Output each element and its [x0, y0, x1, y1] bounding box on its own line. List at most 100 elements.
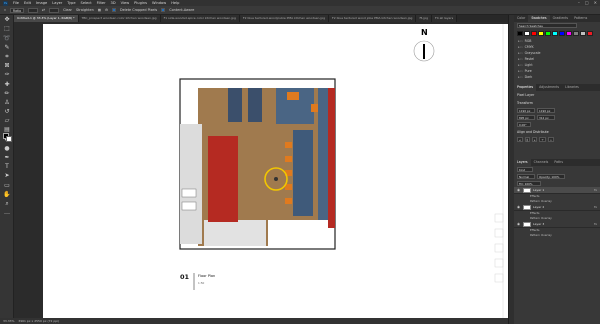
- align-right-icon[interactable]: ⫸: [531, 137, 538, 142]
- swatch[interactable]: [524, 31, 530, 36]
- delete-cropped-checkbox[interactable]: [111, 8, 116, 12]
- close-icon[interactable]: ✕: [594, 0, 597, 5]
- maximize-icon[interactable]: □: [585, 0, 589, 5]
- dodge-tool-icon[interactable]: ●: [2, 145, 12, 153]
- tab-adjustments[interactable]: Adjustments: [536, 84, 562, 91]
- history-brush-tool-icon[interactable]: ↺: [2, 108, 12, 116]
- menu-view[interactable]: View: [121, 1, 130, 5]
- menu-type[interactable]: Type: [67, 1, 75, 5]
- swatch[interactable]: [573, 31, 579, 36]
- swatch[interactable]: [566, 31, 572, 36]
- tab-swatches[interactable]: Swatches: [528, 15, 550, 22]
- menu-plugins[interactable]: Plugins: [134, 1, 147, 5]
- swatch-folder[interactable]: ▸▭ Dark: [514, 74, 600, 80]
- document-page[interactable]: N 01 Floor Plan 1:50: [43, 24, 508, 318]
- tab-document[interactable]: f5.jpg: [416, 15, 432, 22]
- fx-icon[interactable]: fx: [594, 188, 597, 192]
- eye-icon[interactable]: ◉: [517, 205, 521, 209]
- menu-filter[interactable]: Filter: [97, 1, 106, 5]
- tab-color[interactable]: Color: [514, 15, 528, 22]
- rectangle-tool-icon[interactable]: ▭: [2, 182, 12, 190]
- width-input[interactable]: 1190 px: [517, 108, 535, 113]
- ratio-select[interactable]: Ratio: [9, 7, 25, 13]
- layer-row[interactable]: ◉ Layer 2 fx: [514, 204, 600, 211]
- menu-edit[interactable]: Edit: [24, 1, 31, 5]
- swatch[interactable]: [517, 31, 523, 36]
- menu-select[interactable]: Select: [81, 1, 92, 5]
- opacity-field[interactable]: Opacity: 100%: [537, 174, 565, 179]
- eraser-tool-icon[interactable]: ▱: [2, 117, 12, 125]
- layer-row[interactable]: ◉ Layer 3 fx: [514, 221, 600, 228]
- grid-overlay-icon[interactable]: ▦: [98, 8, 101, 12]
- layer-effect[interactable]: Pattern Overlay: [514, 233, 600, 238]
- tab-document[interactable]: Untitled-1 @ 33.3% (Layer 1, RGB/8) *: [14, 15, 79, 22]
- angle-input[interactable]: 0.00°: [517, 122, 531, 127]
- hand-tool-icon[interactable]: ✋: [2, 191, 12, 199]
- swatch[interactable]: [538, 31, 544, 36]
- tab-document[interactable]: F2 blue textured wood jobe PMA kitchen w…: [329, 15, 417, 22]
- swap-icon[interactable]: ⇄: [42, 8, 45, 12]
- tab-layers[interactable]: Layers: [514, 159, 531, 166]
- eye-icon[interactable]: ◉: [517, 188, 521, 192]
- menu-layer[interactable]: Layer: [52, 1, 62, 5]
- fx-icon[interactable]: fx: [594, 205, 597, 209]
- crop-icon[interactable]: ⌗: [4, 8, 6, 12]
- move-tool-icon[interactable]: ✥: [2, 16, 12, 24]
- type-tool-icon[interactable]: T: [2, 163, 12, 171]
- align-bottom-icon[interactable]: ⊥: [547, 137, 555, 142]
- zoom-tool-icon[interactable]: ⌕: [2, 200, 12, 208]
- fill-field[interactable]: Fill: 100%: [517, 181, 541, 186]
- tab-document[interactable]: TBC_prospect woodsen color kitchen woods…: [78, 15, 161, 22]
- swatch[interactable]: [587, 31, 593, 36]
- eyedropper-tool-icon[interactable]: ✑: [2, 71, 12, 79]
- tab-libraries[interactable]: Libraries: [562, 84, 582, 91]
- tab-properties[interactable]: Properties: [514, 84, 537, 91]
- more-tools-icon[interactable]: …: [2, 209, 12, 217]
- canvas-area[interactable]: N 01 Floor Plan 1:50: [14, 22, 508, 318]
- x-input[interactable]: 895 px: [517, 115, 535, 120]
- swatch[interactable]: [559, 31, 565, 36]
- menu-file[interactable]: File: [13, 1, 19, 5]
- tab-channels[interactable]: Channels: [531, 159, 552, 166]
- straighten-button[interactable]: Straighten: [76, 8, 94, 12]
- layer-row[interactable]: ◉ Layer 1 fx: [514, 187, 600, 194]
- swatch[interactable]: [531, 31, 537, 36]
- align-center-icon[interactable]: ⫼: [524, 137, 530, 142]
- swatch[interactable]: [545, 31, 551, 36]
- quick-select-tool-icon[interactable]: ✎: [2, 44, 12, 52]
- align-top-icon[interactable]: ⊤: [539, 137, 546, 142]
- layer-filter-select[interactable]: Kind: [517, 167, 533, 172]
- y-input[interactable]: 312 px: [537, 115, 555, 120]
- swatch-search-input[interactable]: Search Swatches: [517, 23, 577, 28]
- background-color-swatch[interactable]: [6, 136, 12, 142]
- lasso-tool-icon[interactable]: ➰: [2, 35, 12, 43]
- eye-icon[interactable]: ◉: [517, 222, 521, 226]
- clear-button[interactable]: Clear: [63, 8, 72, 12]
- menu-help[interactable]: Help: [171, 1, 179, 5]
- zoom-level[interactable]: 33.33%: [3, 319, 14, 323]
- swatch[interactable]: [552, 31, 558, 36]
- blend-mode-select[interactable]: Normal: [517, 174, 535, 179]
- gear-icon[interactable]: ⚙: [105, 8, 108, 12]
- frame-tool-icon[interactable]: ⊠: [2, 62, 12, 70]
- path-select-tool-icon[interactable]: ➤: [2, 172, 12, 180]
- marquee-tool-icon[interactable]: ⬚: [2, 25, 12, 33]
- height-field[interactable]: [49, 7, 60, 13]
- menu-image[interactable]: Image: [36, 1, 47, 5]
- menu-3d[interactable]: 3D: [111, 1, 116, 5]
- minimize-icon[interactable]: –: [578, 0, 580, 5]
- swatch[interactable]: [580, 31, 586, 36]
- height-input[interactable]: 1190 px: [537, 108, 555, 113]
- width-field[interactable]: [28, 7, 39, 13]
- content-aware-checkbox[interactable]: [161, 8, 166, 12]
- tab-paths[interactable]: Paths: [551, 159, 566, 166]
- tab-document[interactable]: F2 blue textured-woodjcubie PMA kitchen …: [239, 15, 330, 22]
- tab-gradients[interactable]: Gradients: [550, 15, 572, 22]
- align-left-icon[interactable]: ⫷: [517, 137, 523, 142]
- crop-tool-icon[interactable]: ⌗: [2, 53, 12, 61]
- tab-document[interactable]: F4 all layers: [432, 15, 458, 22]
- healing-brush-tool-icon[interactable]: ✚: [2, 81, 12, 89]
- tab-document[interactable]: F1 side-woodsd.spice color kitchen woods…: [160, 15, 240, 22]
- clone-stamp-tool-icon[interactable]: ♙: [2, 99, 12, 107]
- pen-tool-icon[interactable]: ✒: [2, 154, 12, 162]
